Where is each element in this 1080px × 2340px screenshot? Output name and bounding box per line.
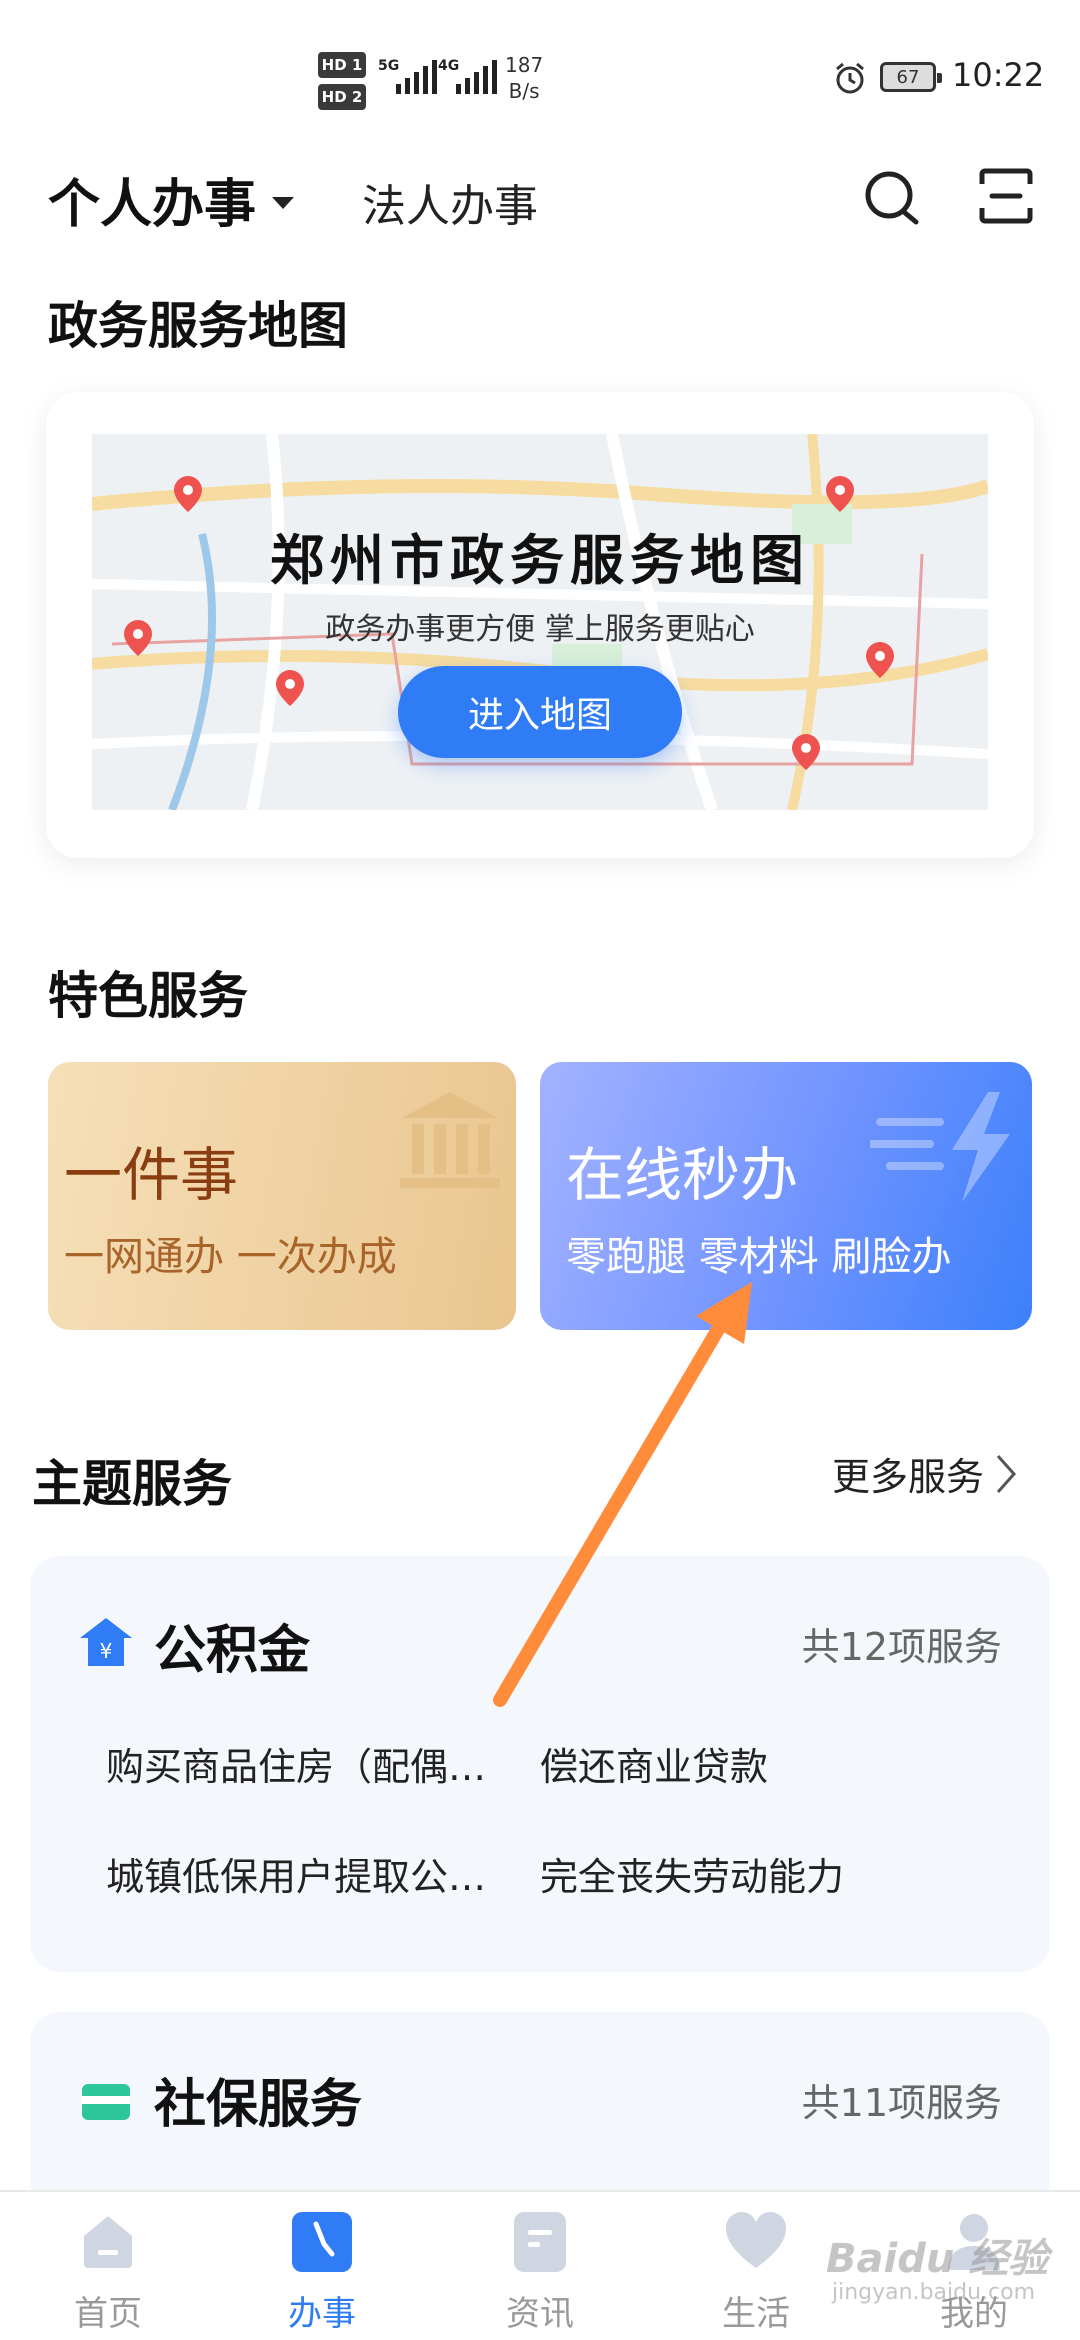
more-services-label: 更多服务 — [832, 1455, 985, 1499]
search-icon[interactable] — [862, 168, 922, 228]
housing-fund-item[interactable]: 购买商品住房（配偶… — [106, 1736, 486, 1791]
map-pin-icon — [792, 734, 820, 770]
top-nav: 个人办事 法人办事 — [0, 150, 1080, 240]
tab-legal-affairs[interactable]: 法人办事 — [362, 170, 538, 234]
map-card-title: 郑州市政务服务地图 — [270, 529, 810, 592]
featured-section-title: 特色服务 — [48, 967, 248, 1025]
housing-fund-title: 公积金 — [154, 1621, 311, 1681]
instant-online-title: 在线秒办 — [566, 1141, 799, 1209]
enter-map-button[interactable]: 进入地图 — [398, 666, 682, 758]
nav-affairs-label: 办事 — [288, 2294, 356, 2334]
status-bar: HD 1 HD 2 5G 4G 187 B/s 67 10:22 — [0, 0, 1080, 140]
baidu-watermark-url: jingyan.baidu.com — [832, 2280, 1036, 2305]
alarm-icon — [836, 62, 864, 94]
map-pin-icon — [276, 670, 304, 706]
social-security-count: 共11项服务 — [801, 2081, 1002, 2125]
news-icon — [514, 2212, 566, 2272]
svg-text:¥: ¥ — [100, 1639, 113, 1663]
map-pin-icon — [826, 476, 854, 512]
network-speed: 187 B/s — [505, 52, 543, 104]
social-security-icon — [82, 2084, 130, 2120]
nav-home[interactable]: 首页 — [38, 2210, 178, 2335]
housing-fund-card[interactable]: ¥ 公积金 共12项服务 购买商品住房（配偶… 偿还商业贷款 城镇低保用户提取公… — [30, 1556, 1050, 1972]
heart-icon — [726, 2212, 786, 2268]
housing-fund-count: 共12项服务 — [801, 1625, 1002, 1669]
government-building-icon — [400, 1092, 500, 1188]
nav-life[interactable]: 生活 — [686, 2210, 826, 2335]
one-thing-card[interactable]: 一件事 一网通办 一次办成 — [48, 1062, 516, 1330]
nav-life-label: 生活 — [722, 2294, 790, 2334]
housing-fund-item[interactable]: 城镇低保用户提取公… — [106, 1846, 486, 1901]
sim1-badge: HD 1 — [318, 52, 366, 78]
battery-level: 67 — [896, 66, 920, 88]
one-thing-subtitle: 一网通办 一次办成 — [64, 1234, 397, 1280]
instant-online-subtitle: 零跑腿 零材料 刷脸办 — [566, 1234, 952, 1280]
social-security-title: 社保服务 — [154, 2075, 363, 2135]
more-services-link[interactable]: 更多服务 — [832, 1446, 1018, 1501]
service-map-card[interactable]: 郑州市政务服务地图 政务办事更方便 掌上服务更贴心 进入地图 — [46, 392, 1034, 858]
nav-news[interactable]: 资讯 — [470, 2210, 610, 2335]
sim-indicators: HD 1 HD 2 — [318, 52, 366, 110]
housing-fund-item[interactable]: 偿还商业贷款 — [540, 1736, 768, 1791]
caret-down-icon — [272, 196, 295, 209]
scan-icon[interactable] — [978, 168, 1034, 224]
nav-home-label: 首页 — [74, 2294, 142, 2334]
sim2-badge: HD 2 — [318, 84, 366, 110]
tab-personal-label: 个人办事 — [48, 175, 257, 235]
nav-affairs[interactable]: 办事 — [252, 2210, 392, 2335]
one-thing-title: 一件事 — [64, 1141, 239, 1209]
battery-icon: 67 — [880, 62, 942, 92]
lightning-icon — [870, 1092, 1010, 1202]
speed-unit: B/s — [508, 79, 540, 103]
map-preview: 郑州市政务服务地图 政务办事更方便 掌上服务更贴心 进入地图 — [92, 434, 988, 810]
speed-value: 187 — [505, 53, 544, 77]
chevron-right-icon — [996, 1454, 1017, 1493]
housing-fund-item[interactable]: 完全丧失劳动能力 — [540, 1846, 844, 1901]
tab-personal-affairs[interactable]: 个人办事 — [48, 162, 295, 237]
theme-section-title: 主题服务 — [32, 1455, 232, 1513]
map-pin-icon — [174, 476, 202, 512]
map-card-subtitle: 政务办事更方便 掌上服务更贴心 — [325, 612, 755, 647]
signal-icon — [456, 60, 497, 94]
signal-icon — [396, 60, 437, 94]
social-security-card[interactable]: 社保服务 共11项服务 — [30, 2012, 1050, 2212]
baidu-watermark: Baidu 经验 — [826, 2236, 1049, 2282]
nav-news-label: 资讯 — [506, 2294, 574, 2334]
map-section-title: 政务服务地图 — [48, 297, 348, 355]
clock: 10:22 — [952, 56, 1045, 94]
home-icon — [84, 2216, 132, 2268]
clock-icon — [292, 2212, 352, 2272]
housing-fund-icon: ¥ — [80, 1618, 132, 1666]
instant-online-card[interactable]: 在线秒办 零跑腿 零材料 刷脸办 — [540, 1062, 1032, 1330]
